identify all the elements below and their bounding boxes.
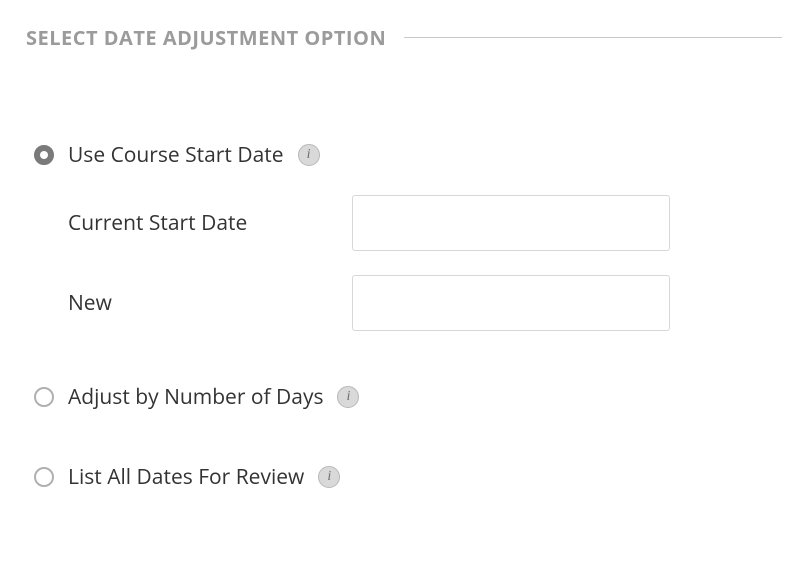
date-adjustment-panel: SELECT DATE ADJUSTMENT OPTION Use Course… (0, 0, 808, 541)
radio-list-all-dates[interactable] (34, 467, 54, 487)
current-start-date-input[interactable] (352, 195, 670, 251)
option-use-course-start-date[interactable]: Use Course Start Date i (26, 141, 782, 169)
section-title: SELECT DATE ADJUSTMENT OPTION (26, 24, 386, 51)
new-start-date-input[interactable] (352, 275, 670, 331)
section-divider (404, 37, 782, 38)
option-label-use-course-start-date: Use Course Start Date (68, 141, 284, 169)
use-course-start-date-fields: Current Start Date New (26, 195, 782, 331)
option-adjust-by-days[interactable]: Adjust by Number of Days i (26, 383, 782, 411)
option-label-list-all-dates: List All Dates For Review (68, 463, 304, 491)
new-start-date-label: New (68, 289, 328, 317)
radio-adjust-by-days[interactable] (34, 387, 54, 407)
option-list-all-dates[interactable]: List All Dates For Review i (26, 463, 782, 491)
info-icon[interactable]: i (298, 144, 320, 166)
radio-dot-icon (40, 151, 48, 159)
info-icon[interactable]: i (318, 466, 340, 488)
current-start-date-label: Current Start Date (68, 209, 328, 237)
info-icon[interactable]: i (337, 386, 359, 408)
section-header: SELECT DATE ADJUSTMENT OPTION (26, 24, 782, 51)
radio-use-course-start-date[interactable] (34, 145, 54, 165)
field-current-start-date: Current Start Date (68, 195, 782, 251)
field-new-start-date: New (68, 275, 782, 331)
option-label-adjust-by-days: Adjust by Number of Days (68, 383, 323, 411)
